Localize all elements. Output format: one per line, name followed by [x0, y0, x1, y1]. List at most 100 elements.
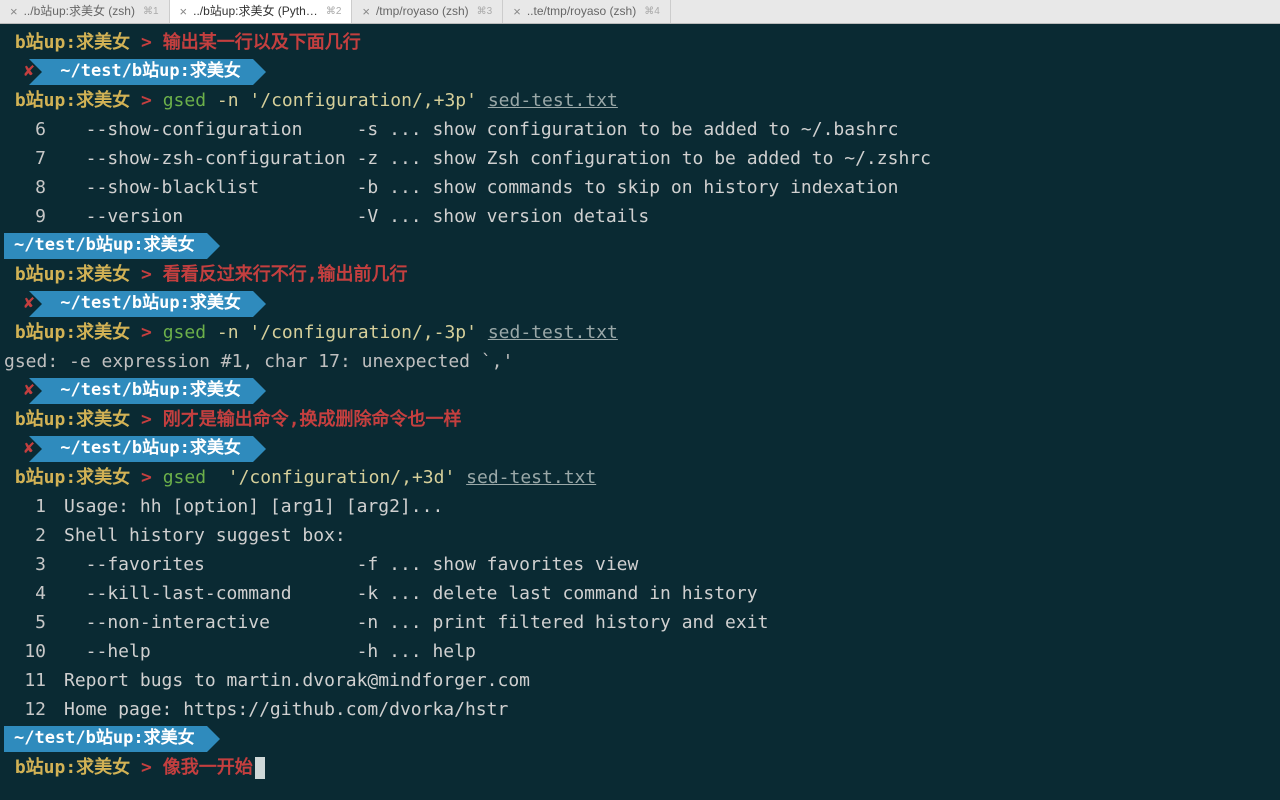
prompt-host: b站up:求美女 — [4, 90, 130, 111]
output-text: --show-blacklist -b ... show commands to… — [64, 177, 898, 198]
tab-shortcut: ⌘4 — [644, 0, 660, 26]
output-line: 6 --show-configuration -s ... show confi… — [4, 115, 1276, 144]
tab-label: ../b站up:求美女 (zsh) — [24, 0, 135, 26]
prompt-host: b站up:求美女 — [4, 264, 130, 285]
command-file: sed-test.txt — [488, 322, 618, 343]
path-badge: ~/test/b站up:求美女 — [42, 436, 253, 462]
command-args: -n '/configuration/,+3p' — [206, 90, 488, 111]
tab-shortcut: ⌘3 — [477, 0, 493, 26]
path-badge: ~/test/b站up:求美女 — [42, 59, 253, 85]
tab-label: ..te/tmp/royaso (zsh) — [527, 0, 636, 26]
line-number: 8 — [4, 173, 64, 202]
output-line: 8 --show-blacklist -b ... show commands … — [4, 173, 1276, 202]
output-line: 11Report bugs to martin.dvorak@mindforge… — [4, 666, 1276, 695]
path-badge: ~/test/b站up:求美女 — [4, 726, 207, 752]
path-badge: ~/test/b站up:求美女 — [4, 233, 207, 259]
output-text: --favorites -f ... show favorites view — [64, 554, 638, 575]
output-text: --show-configuration -s ... show configu… — [64, 119, 898, 140]
prompt-line[interactable]: b站up:求美女 > 刚才是输出命令,换成删除命令也一样 — [4, 405, 1276, 434]
prompt-line[interactable]: b站up:求美女 > gsed -n '/configuration/,+3p'… — [4, 86, 1276, 115]
command-comment: 输出某一行以及下面几行 — [163, 32, 361, 53]
output-text: --show-zsh-configuration -z ... show Zsh… — [64, 148, 931, 169]
command-comment: 看看反过来行不行,输出前几行 — [163, 264, 408, 285]
tab[interactable]: ×../b站up:求美女 (zsh) ⌘1 — [0, 0, 170, 23]
output-line: 5 --non-interactive -n ... print filtere… — [4, 608, 1276, 637]
output-line: 2Shell history suggest box: — [4, 521, 1276, 550]
line-number: 2 — [4, 521, 64, 550]
tab[interactable]: ×/tmp/royaso (zsh) ⌘3 — [352, 0, 503, 23]
output-text: Report bugs to martin.dvorak@mindforger.… — [64, 670, 530, 691]
prompt-host: b站up:求美女 — [4, 757, 130, 778]
command-file: sed-test.txt — [488, 90, 618, 111]
output-line: 12Home page: https://github.com/dvorka/h… — [4, 695, 1276, 724]
output-text: --help -h ... help — [64, 641, 476, 662]
tab[interactable]: ×../b站up:求美女 (Pyth… ⌘2 — [170, 0, 353, 23]
powerline-segment: ✘~/test/b站up:求美女 — [4, 434, 1276, 463]
prompt-separator: > — [130, 90, 163, 111]
prompt-host: b站up:求美女 — [4, 409, 130, 430]
command-comment: 刚才是输出命令,换成删除命令也一样 — [163, 409, 462, 430]
close-icon[interactable]: × — [513, 0, 521, 26]
powerline-segment: ~/test/b站up:求美女 — [4, 231, 1276, 260]
line-number: 7 — [4, 144, 64, 173]
command-name: gsed — [163, 467, 206, 488]
tab-label: ../b站up:求美女 (Pyth… — [193, 0, 318, 26]
prompt-line[interactable]: b站up:求美女 > 输出某一行以及下面几行 — [4, 28, 1276, 57]
line-number: 3 — [4, 550, 64, 579]
output-text: Usage: hh [option] [arg1] [arg2]... — [64, 496, 443, 517]
powerline-segment: ✘~/test/b站up:求美女 — [4, 376, 1276, 405]
tab-bar: ×../b站up:求美女 (zsh)⌘1×../b站up:求美女 (Pyth…⌘… — [0, 0, 1280, 24]
output-text: Home page: https://github.com/dvorka/hst… — [64, 699, 508, 720]
close-icon[interactable]: × — [10, 0, 18, 26]
cursor — [255, 757, 265, 779]
path-badge: ~/test/b站up:求美女 — [42, 291, 253, 317]
output-line: 9 --version -V ... show version details — [4, 202, 1276, 231]
prompt-host: b站up:求美女 — [4, 322, 130, 343]
line-number: 4 — [4, 579, 64, 608]
powerline-segment: ✘~/test/b站up:求美女 — [4, 57, 1276, 86]
command-name: gsed — [163, 322, 206, 343]
line-number: 11 — [4, 666, 64, 695]
close-icon[interactable]: × — [180, 0, 188, 26]
output-line: 1Usage: hh [option] [arg1] [arg2]... — [4, 492, 1276, 521]
prompt-line[interactable]: b站up:求美女 > 像我一开始 — [4, 753, 1276, 782]
prompt-separator: > — [130, 409, 163, 430]
line-number: 9 — [4, 202, 64, 231]
prompt-line[interactable]: b站up:求美女 > gsed -n '/configuration/,-3p'… — [4, 318, 1276, 347]
prompt-line[interactable]: b站up:求美女 > gsed '/configuration/,+3d' se… — [4, 463, 1276, 492]
prompt-separator: > — [130, 467, 163, 488]
tab[interactable]: ×..te/tmp/royaso (zsh) ⌘4 — [503, 0, 671, 23]
line-number: 6 — [4, 115, 64, 144]
line-number: 5 — [4, 608, 64, 637]
output-line: 7 --show-zsh-configuration -z ... show Z… — [4, 144, 1276, 173]
output-text: Shell history suggest box: — [64, 525, 346, 546]
powerline-segment: ✘~/test/b站up:求美女 — [4, 289, 1276, 318]
path-badge: ~/test/b站up:求美女 — [42, 378, 253, 404]
prompt-host: b站up:求美女 — [4, 467, 130, 488]
tab-shortcut: ⌘2 — [326, 0, 342, 26]
line-number: 1 — [4, 492, 64, 521]
output-line: 3 --favorites -f ... show favorites view — [4, 550, 1276, 579]
command-comment: 像我一开始 — [163, 757, 253, 778]
powerline-segment: ~/test/b站up:求美女 — [4, 724, 1276, 753]
output-text: --kill-last-command -k ... delete last c… — [64, 583, 758, 604]
error-line: gsed: -e expression #1, char 17: unexpec… — [4, 347, 1276, 376]
command-args: '/configuration/,+3d' — [206, 467, 466, 488]
tab-shortcut: ⌘1 — [143, 0, 159, 26]
prompt-host: b站up:求美女 — [4, 32, 130, 53]
output-text: --version -V ... show version details — [64, 206, 649, 227]
prompt-separator: > — [130, 32, 163, 53]
line-number: 12 — [4, 695, 64, 724]
prompt-separator: > — [130, 757, 163, 778]
command-file: sed-test.txt — [466, 467, 596, 488]
terminal-area[interactable]: b站up:求美女 > 输出某一行以及下面几行✘~/test/b站up:求美女 b… — [0, 24, 1280, 782]
command-args: -n '/configuration/,-3p' — [206, 322, 488, 343]
output-line: 10 --help -h ... help — [4, 637, 1276, 666]
line-number: 10 — [4, 637, 64, 666]
prompt-line[interactable]: b站up:求美女 > 看看反过来行不行,输出前几行 — [4, 260, 1276, 289]
output-text: --non-interactive -n ... print filtered … — [64, 612, 768, 633]
prompt-separator: > — [130, 264, 163, 285]
prompt-separator: > — [130, 322, 163, 343]
tab-label: /tmp/royaso (zsh) — [376, 0, 469, 26]
close-icon[interactable]: × — [362, 0, 370, 26]
